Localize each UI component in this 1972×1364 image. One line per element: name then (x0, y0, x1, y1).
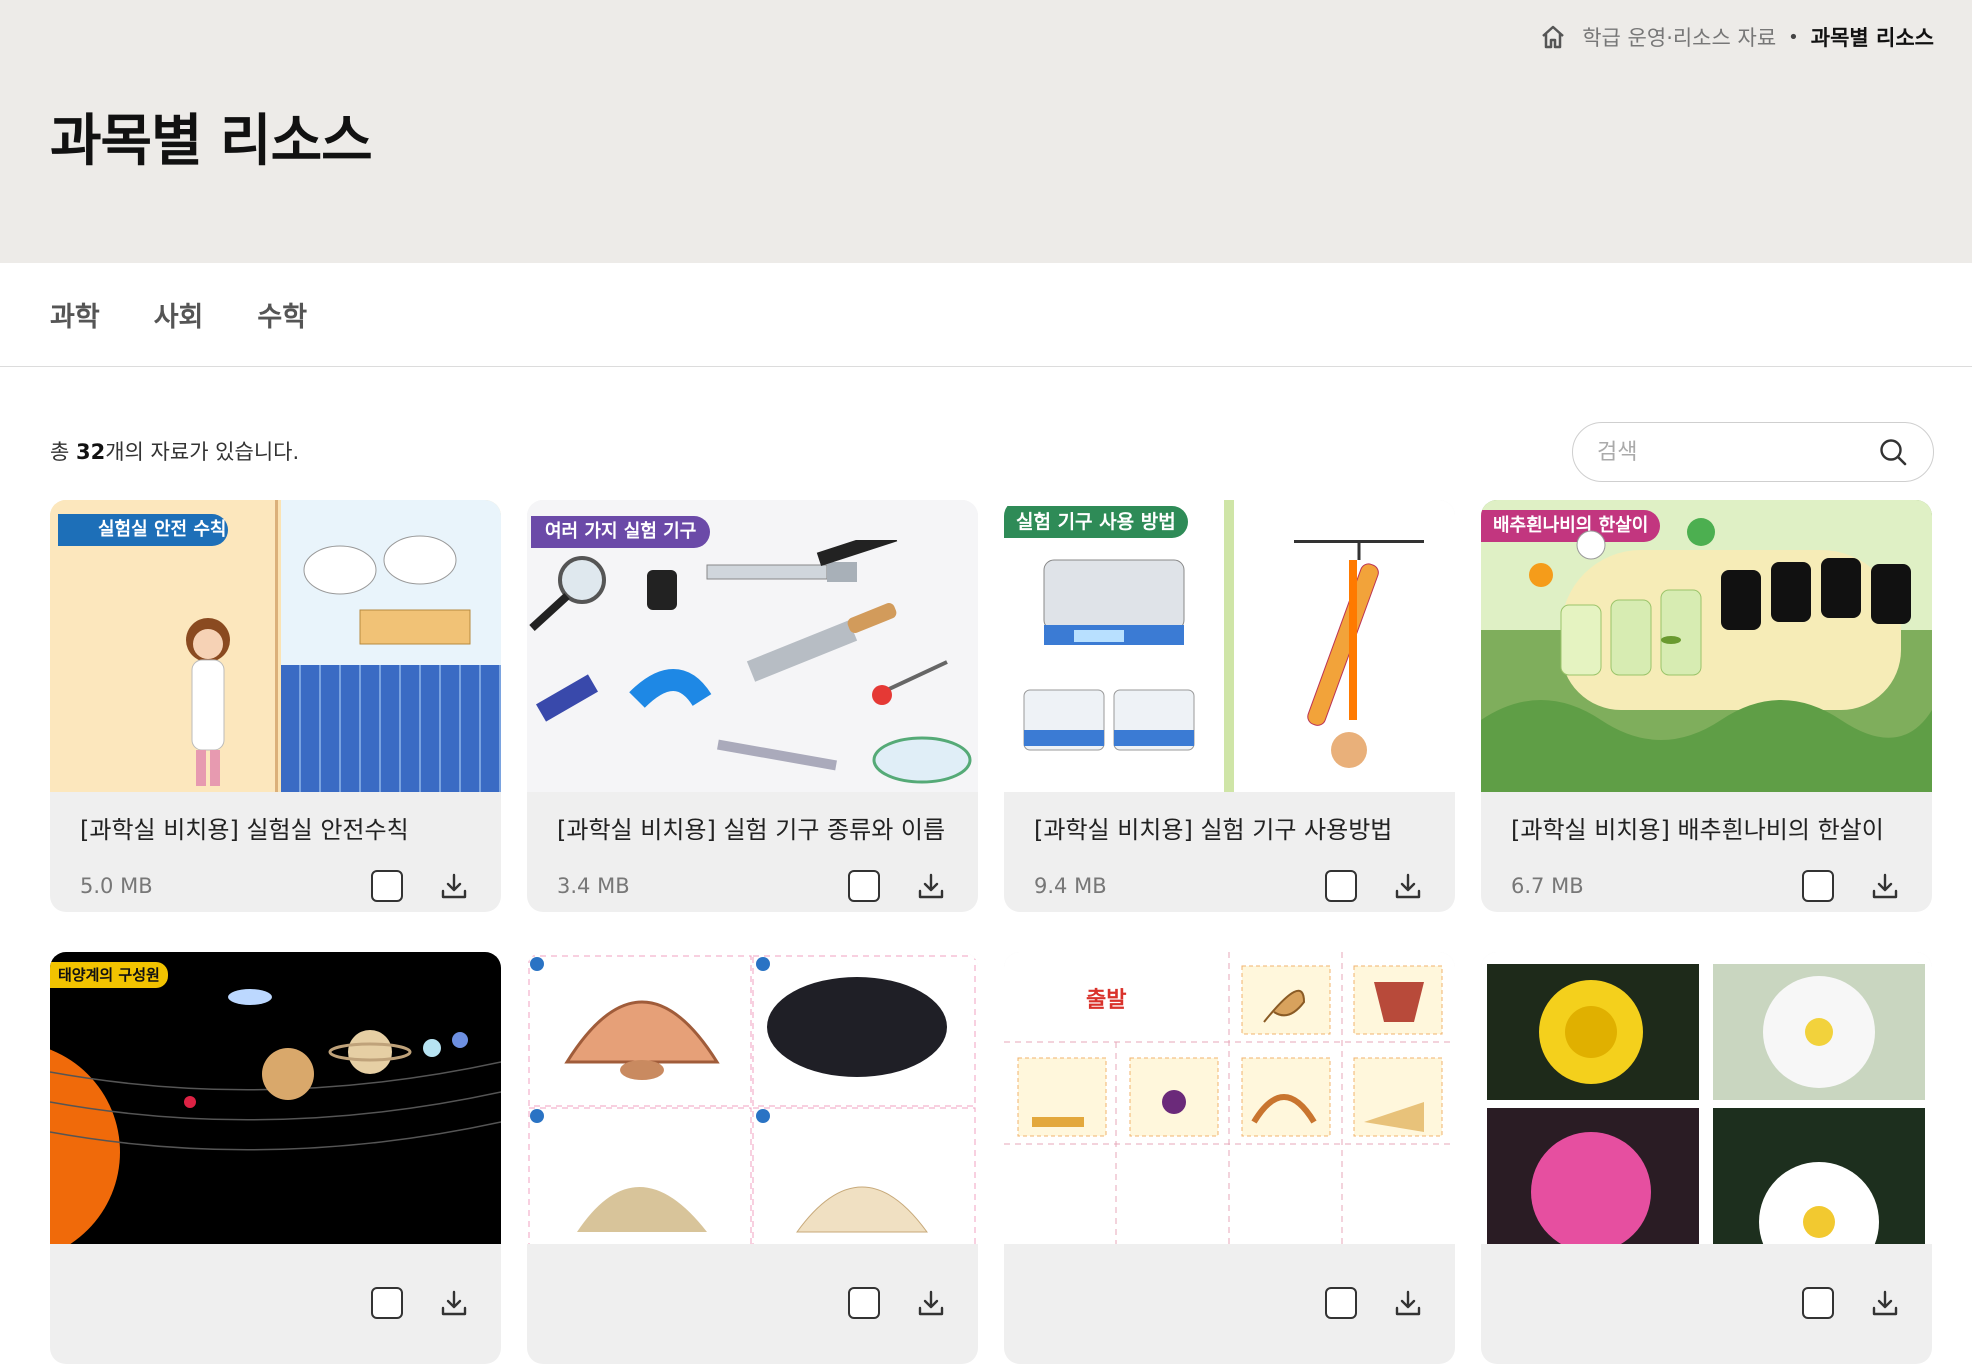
search-box (1572, 422, 1934, 482)
select-checkbox[interactable] (371, 1287, 403, 1319)
page-title: 과목별 리소스 (50, 109, 373, 174)
select-checkbox[interactable] (1325, 1287, 1357, 1319)
file-size: 6.7 MB (1511, 874, 1584, 898)
card-thumbnail[interactable]: 태양계의 구성원 (50, 952, 501, 1244)
download-icon[interactable] (1868, 869, 1902, 903)
scale-illustration (1023, 540, 1424, 768)
tab-science[interactable]: 과학 (50, 295, 100, 334)
card-title[interactable]: [과학실 비치용] 실험 기구 종류와 이름 (557, 810, 948, 845)
card-title[interactable]: [과학실 비치용] 배추흰나비의 한살이 (1511, 810, 1902, 845)
card-title[interactable]: [과학실 비치용] 실험 기구 사용방법 (1034, 810, 1425, 845)
speech-bubbles (303, 535, 471, 645)
result-count-prefix: 총 (50, 440, 76, 464)
breadcrumb: 학급 운영·리소스 자료 • 과목별 리소스 (1538, 22, 1934, 52)
resource-card[interactable]: 태양계의 구성원 (50, 952, 501, 1364)
card-title[interactable]: [과학실 비치용] 실험실 안전수칙 (80, 810, 471, 845)
solar-system-illustration (50, 989, 501, 1244)
breadcrumb-separator: • (1788, 26, 1799, 48)
search-icon[interactable] (1877, 436, 1909, 468)
download-icon[interactable] (437, 869, 471, 903)
thumb-title: 실험실 안전 수칙 (58, 514, 228, 546)
resource-card[interactable] (527, 952, 978, 1364)
card-thumbnail[interactable] (1481, 952, 1932, 1244)
resource-card[interactable]: 실험 기구 사용 방법 [과학실 비치용] 실험 기구 사용방법 9.4 MB (1004, 500, 1455, 912)
resource-card[interactable]: 배추흰나비의 한살이 [과학실 비치용] 배추흰나비의 한살이 6.7 MB (1481, 500, 1932, 912)
resource-card[interactable]: 출발 (1004, 952, 1455, 1364)
download-icon[interactable] (914, 1286, 948, 1320)
card-thumbnail[interactable]: 배추흰나비의 한살이 (1481, 500, 1932, 792)
resource-card[interactable]: 여러 가지 실험 기구 [과학실 비치용] 실험 기구 종류와 이름 3.4 M… (527, 500, 978, 912)
file-size: 5.0 MB (80, 874, 153, 898)
search-input[interactable] (1597, 439, 1877, 465)
subject-tabs: 과학 사회 수학 (0, 263, 1972, 367)
home-icon[interactable] (1538, 22, 1568, 52)
card-thumbnail[interactable]: 여러 가지 실험 기구 (527, 500, 978, 792)
butterfly-lifecycle-illustration (1481, 518, 1932, 792)
resource-card[interactable]: 실험실 안전 수칙 [과학실 비치용] 실험실 안전수칙 5.0 MB (50, 500, 501, 912)
student-illustration (186, 618, 230, 786)
card-thumbnail[interactable] (527, 952, 978, 1244)
thumb-floor (281, 665, 501, 792)
download-icon[interactable] (914, 869, 948, 903)
result-count-number: 32 (76, 440, 106, 464)
thumb-title: 실험 기구 사용 방법 (1004, 506, 1188, 538)
page-header: 학급 운영·리소스 자료 • 과목별 리소스 과목별 리소스 (0, 0, 1972, 263)
flowers-illustration (1487, 964, 1925, 1244)
card-thumbnail[interactable]: 실험실 안전 수칙 (50, 500, 501, 792)
select-checkbox[interactable] (1802, 1287, 1834, 1319)
download-icon[interactable] (1391, 869, 1425, 903)
tab-math[interactable]: 수학 (257, 295, 307, 334)
breadcrumb-current: 과목별 리소스 (1810, 26, 1934, 50)
animal-features-grid (1004, 952, 1455, 1244)
file-size: 3.4 MB (557, 874, 630, 898)
select-checkbox[interactable] (1802, 870, 1834, 902)
select-checkbox[interactable] (1325, 870, 1357, 902)
download-icon[interactable] (1391, 1286, 1425, 1320)
shells-illustration (528, 955, 976, 1244)
download-icon[interactable] (1868, 1286, 1902, 1320)
resource-grid: 실험실 안전 수칙 [과학실 비치용] 실험실 안전수칙 5.0 MB 여러 가… (50, 500, 1934, 1364)
card-thumbnail[interactable]: 출발 (1004, 952, 1455, 1244)
select-checkbox[interactable] (848, 870, 880, 902)
breadcrumb-parent[interactable]: 학급 운영·리소스 자료 (1582, 22, 1776, 52)
file-size: 9.4 MB (1034, 874, 1107, 898)
tab-social[interactable]: 사회 (154, 295, 204, 334)
select-checkbox[interactable] (848, 1287, 880, 1319)
card-thumbnail[interactable]: 실험 기구 사용 방법 (1004, 500, 1455, 792)
select-checkbox[interactable] (371, 870, 403, 902)
lab-tools-illustration (529, 540, 972, 784)
resource-card[interactable] (1481, 952, 1932, 1364)
result-count-suffix: 개의 자료가 있습니다. (105, 440, 300, 464)
download-icon[interactable] (437, 1286, 471, 1320)
result-count: 총 32개의 자료가 있습니다. (50, 436, 299, 466)
